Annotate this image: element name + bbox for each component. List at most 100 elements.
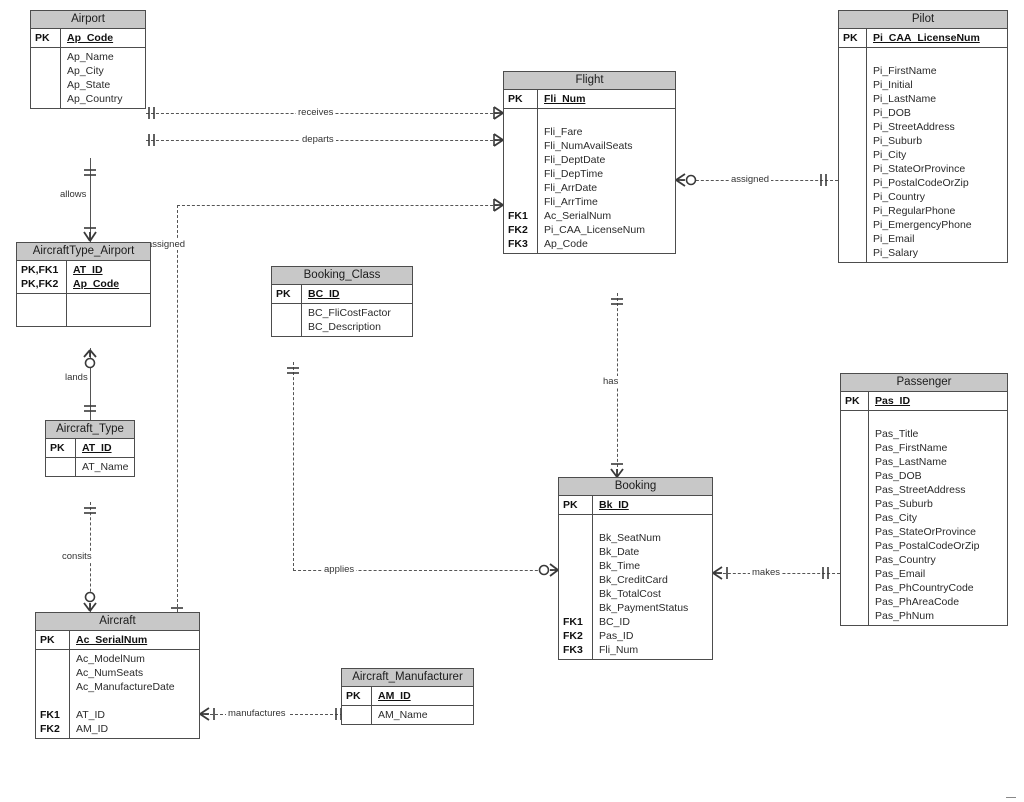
attribute: Pi_Initial (873, 79, 913, 91)
attribute: Pas_StateOrProvince (875, 526, 976, 538)
rel-label-consits: consits (60, 551, 94, 562)
attribute: Pas_City (875, 512, 918, 524)
attribute: BC_FliCostFactor (308, 307, 391, 319)
fk-tag: FK2 (40, 723, 60, 735)
attribute: Ap_Name (67, 51, 114, 63)
attribute: Pi_Country (873, 191, 925, 203)
entity-booking[interactable]: Booking PK Bk_ID FK1 FK2 FK3 Bk_SeatNum … (558, 477, 713, 660)
pk-attribute: AT_ID (82, 442, 112, 454)
entity-aircraft-manufacturer[interactable]: Aircraft_Manufacturer PK AM_ID AM_Name (341, 668, 474, 725)
fk-attribute: Pas_ID (599, 630, 634, 642)
attribute: Pi_EmergencyPhone (873, 219, 972, 231)
attribute: Bk_SeatNum (599, 532, 661, 544)
attribute: Pi_StateOrProvince (873, 163, 966, 175)
entity-aircraft-title: Aircraft (36, 613, 199, 631)
key-tag: PK,FK1 (21, 264, 59, 276)
pk-attribute: Pi_CAA_LicenseNum (873, 32, 980, 44)
entity-aircraft-type-attributes: AT_Name (46, 458, 134, 476)
fk-attribute: Ac_SerialNum (544, 210, 612, 222)
fk-attribute: Fli_Num (599, 644, 639, 656)
key-tag: PK (276, 288, 291, 300)
entity-passenger-attributes: Pas_Title Pas_FirstName Pas_LastName Pas… (841, 411, 1007, 625)
entity-flight-keys: PK Fli_Num (504, 90, 675, 109)
attribute: Pas_PhCountryCode (875, 582, 974, 594)
entity-pilot[interactable]: Pilot PK Pi_CAA_LicenseNum Pi_FirstName … (838, 10, 1008, 263)
attribute: AM_Name (378, 709, 428, 721)
entity-aircrafttype-airport-keys: PK,FK1 PK,FK2 AT_ID Ap_Code (17, 261, 150, 294)
attribute: Pi_LastName (873, 93, 937, 105)
attribute: Pi_Suburb (873, 135, 923, 147)
attribute: AT_Name (82, 461, 129, 473)
key-tag: PK (346, 690, 361, 702)
pk-attribute: Fli_Num (544, 93, 586, 105)
fk-attribute: AM_ID (76, 723, 109, 735)
entity-booking-class-keys: PK BC_ID (272, 285, 412, 304)
attribute: Pi_FirstName (873, 65, 937, 77)
entity-booking-attributes: FK1 FK2 FK3 Bk_SeatNum Bk_Date Bk_Time B… (559, 515, 712, 659)
attribute: Ap_Country (67, 93, 123, 105)
attribute: Bk_Time (599, 560, 641, 572)
attribute: Bk_Date (599, 546, 640, 558)
attribute: Pas_PhAreaCode (875, 596, 960, 608)
attribute: Fli_Fare (544, 126, 583, 138)
entity-aircraft-type[interactable]: Aircraft_Type PK AT_ID AT_Name (45, 420, 135, 477)
key-tag: PK (843, 32, 858, 44)
pk-attribute: Ap_Code (73, 278, 120, 290)
attribute: Ac_ModelNum (76, 653, 145, 665)
entity-aircrafttype-airport[interactable]: AircraftType_Airport PK,FK1 PK,FK2 AT_ID… (16, 242, 151, 327)
attribute: Pi_City (873, 149, 907, 161)
rel-label-allows: allows (58, 189, 89, 200)
entity-flight[interactable]: Flight PK Fli_Num FK1 FK2 FK3 Fli_Fare F… (503, 71, 676, 254)
entity-airport[interactable]: Airport PK Ap_Code Ap_Name Ap_City Ap_St… (30, 10, 146, 109)
entity-aircraft-manufacturer-attributes: AM_Name (342, 706, 473, 724)
entity-aircraft-manufacturer-title: Aircraft_Manufacturer (342, 669, 473, 687)
key-tag: PK (40, 634, 55, 646)
rel-label-applies: applies (322, 564, 357, 575)
attribute: Pas_LastName (875, 456, 947, 468)
entity-aircraft-type-title: Aircraft_Type (46, 421, 134, 439)
attribute: Ac_NumSeats (76, 667, 144, 679)
fk-attribute: Pi_CAA_LicenseNum (544, 224, 645, 236)
pk-attribute: Bk_ID (599, 499, 629, 511)
attribute: Fli_DeptDate (544, 154, 606, 166)
attribute: Pi_Email (873, 233, 915, 245)
attribute: Pas_StreetAddress (875, 484, 966, 496)
pk-attribute: BC_ID (308, 288, 340, 300)
fk-tag: FK2 (563, 630, 583, 642)
attribute: Ap_State (67, 79, 111, 91)
er-diagram-canvas: receives departs allows assigned lands c… (0, 0, 1024, 802)
entity-pilot-title: Pilot (839, 11, 1007, 29)
entity-airport-attributes: Ap_Name Ap_City Ap_State Ap_Country (31, 48, 145, 108)
entity-flight-attributes: FK1 FK2 FK3 Fli_Fare Fli_NumAvailSeats F… (504, 109, 675, 253)
attribute: Ac_ManufactureDate (76, 681, 175, 693)
attribute: Pas_Country (875, 554, 936, 566)
entity-aircraft-attributes: FK1 FK2 Ac_ModelNum Ac_NumSeats Ac_Manuf… (36, 650, 199, 738)
entity-pilot-attributes: Pi_FirstName Pi_Initial Pi_LastName Pi_D… (839, 48, 1007, 262)
attribute: Fli_DepTime (544, 168, 604, 180)
fk-tag: FK1 (508, 210, 528, 222)
pk-attribute: Ap_Code (67, 32, 114, 44)
attribute: Pi_StreetAddress (873, 121, 955, 133)
pk-attribute: Pas_ID (875, 395, 911, 407)
rel-label-receives: receives (296, 107, 336, 118)
key-tag: PK (508, 93, 523, 105)
attribute: Pas_Title (875, 428, 919, 440)
attribute: Pi_DOB (873, 107, 911, 119)
entity-pilot-keys: PK Pi_CAA_LicenseNum (839, 29, 1007, 48)
entity-aircraft-keys: PK Ac_SerialNum (36, 631, 199, 650)
entity-aircraft[interactable]: Aircraft PK Ac_SerialNum FK1 FK2 Ac_Mode… (35, 612, 200, 739)
attribute: Pi_Salary (873, 247, 918, 259)
entity-booking-class-title: Booking_Class (272, 267, 412, 285)
entity-aircrafttype-airport-attributes (17, 294, 150, 326)
attribute: Pi_PostalCodeOrZip (873, 177, 969, 189)
entity-booking-class[interactable]: Booking_Class PK BC_ID BC_FliCostFactor … (271, 266, 413, 337)
fk-tag: FK3 (563, 644, 583, 656)
entity-passenger[interactable]: Passenger PK Pas_ID Pas_Title Pas_FirstN… (840, 373, 1008, 626)
attribute: Pas_PhNum (875, 610, 934, 622)
entity-aircraft-manufacturer-keys: PK AM_ID (342, 687, 473, 706)
fk-tag: FK3 (508, 238, 528, 250)
fk-attribute: Ap_Code (544, 238, 588, 250)
attribute: Pas_Suburb (875, 498, 933, 510)
entity-booking-title: Booking (559, 478, 712, 496)
attribute: Pas_Email (875, 568, 926, 580)
